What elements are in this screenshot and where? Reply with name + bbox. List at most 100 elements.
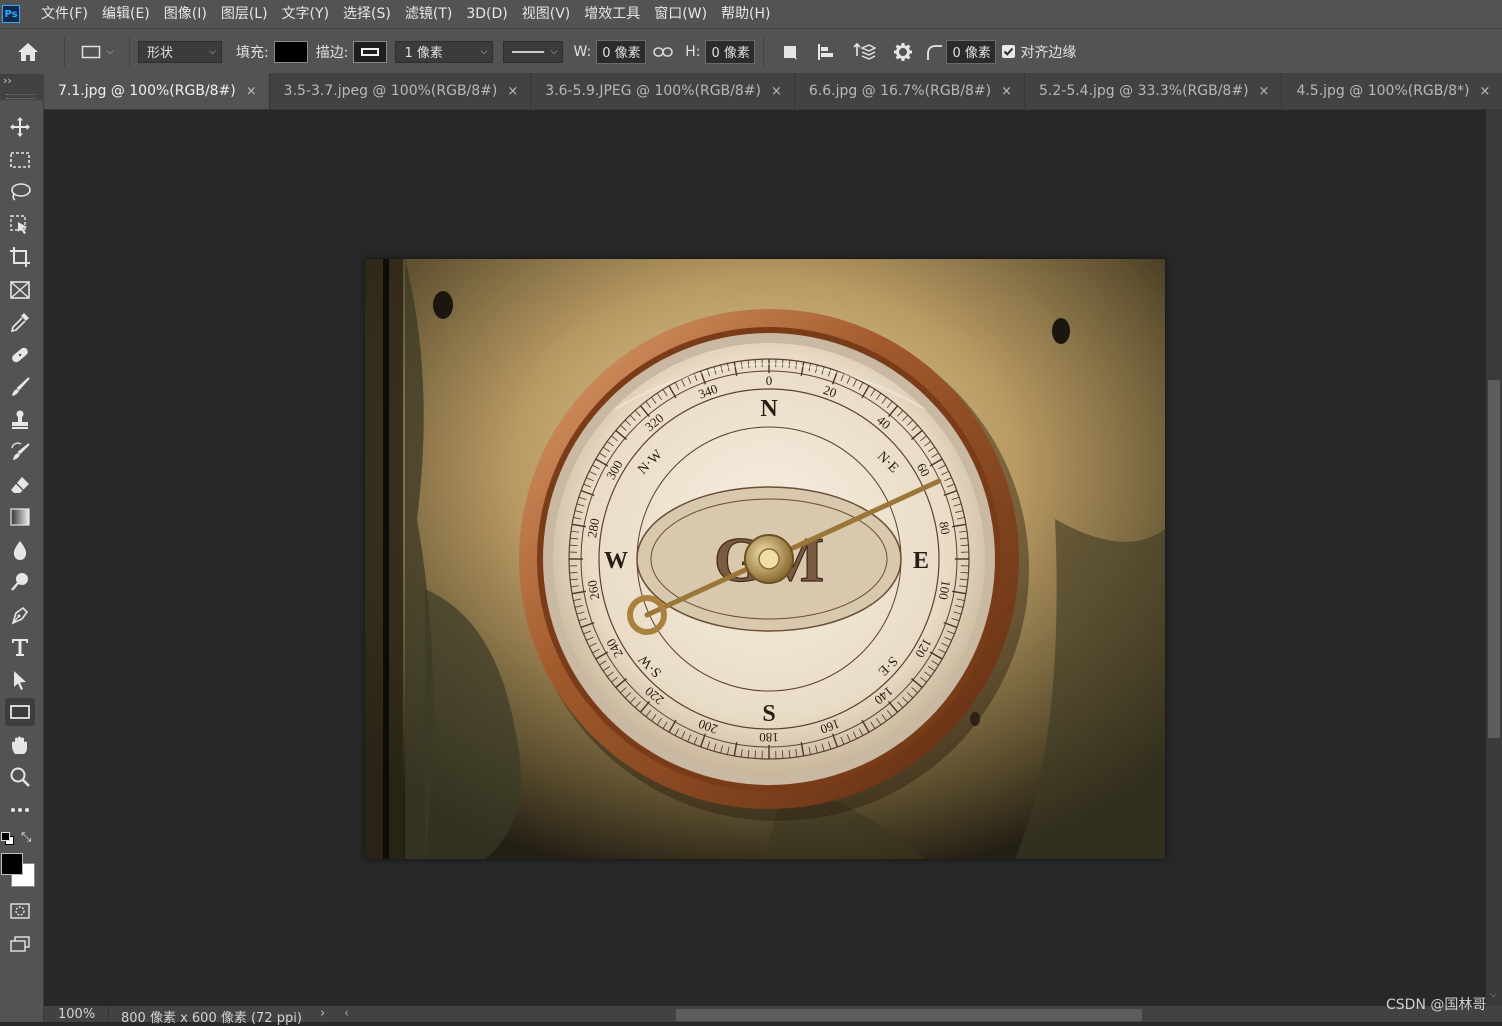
link-dimensions-button[interactable] (646, 37, 680, 67)
hand-tool[interactable] (5, 731, 35, 759)
marquee-tool-icon (9, 150, 31, 170)
align-edges-checkbox[interactable] (1002, 45, 1015, 58)
marquee-tool[interactable] (5, 146, 35, 174)
menu-file[interactable]: 文件(F) (34, 0, 95, 28)
expand-panel-icon[interactable]: ›› (3, 74, 12, 87)
compass-south-label: S (762, 701, 775, 727)
close-icon[interactable]: × (771, 84, 782, 99)
close-icon[interactable]: × (1001, 84, 1012, 99)
home-button[interactable] (0, 37, 56, 67)
brush-tool[interactable] (5, 373, 35, 401)
document-canvas[interactable]: GM N E S W N·E S·E S·W N·W 0204060801001… (365, 259, 1165, 859)
corner-radius-input[interactable]: 0 像素 (946, 40, 996, 64)
rectangle-tool[interactable] (5, 698, 35, 726)
checkmark-icon (1003, 46, 1014, 57)
vertical-scrollbar[interactable]: ⌵ (1486, 110, 1502, 1006)
object-select-tool[interactable] (5, 211, 35, 239)
eraser-tool-icon (9, 474, 31, 496)
link-icon (653, 46, 673, 58)
tab-doc-3[interactable]: 3.6-5.9.JPEG @ 100%(RGB/8#)× (531, 73, 795, 109)
dodge-tool-icon (9, 571, 31, 593)
menu-view[interactable]: 视图(V) (515, 0, 578, 28)
healing-brush-tool[interactable] (5, 341, 35, 369)
clone-stamp-tool[interactable] (5, 406, 35, 434)
blur-tool[interactable] (5, 536, 35, 564)
tool-mode-value: 形状 (147, 42, 173, 61)
gradient-tool[interactable] (5, 503, 35, 531)
type-tool[interactable] (5, 633, 35, 661)
foreground-color-swatch[interactable] (1, 853, 23, 875)
screen-mode-icon (9, 935, 31, 953)
stroke-swatch[interactable] (353, 41, 387, 63)
close-icon[interactable]: × (1259, 84, 1270, 99)
horizontal-scroll-thumb[interactable] (676, 1009, 1142, 1021)
tab-doc-1[interactable]: 7.1.jpg @ 100%(RGB/8#) × (44, 73, 270, 109)
screen-mode-button[interactable] (5, 930, 35, 958)
path-operations-button[interactable] (772, 37, 808, 67)
close-icon[interactable]: × (507, 84, 518, 99)
dodge-tool[interactable] (5, 568, 35, 596)
zoom-level[interactable]: 100% (58, 1007, 95, 1022)
tab-label: 7.1.jpg @ 100%(RGB/8#) (58, 83, 236, 99)
stroke-type-select[interactable]: ⌵ (503, 41, 563, 63)
lasso-tool-icon (9, 181, 31, 203)
menu-plugins[interactable]: 增效工具 (577, 0, 647, 28)
menu-type[interactable]: 文字(Y) (275, 0, 336, 28)
height-label: H: (685, 44, 700, 60)
solid-line-icon (512, 49, 544, 55)
divider (129, 37, 130, 67)
tab-doc-6[interactable]: 4.5.jpg @ 100%(RGB/8*)× (1282, 73, 1502, 109)
height-input[interactable]: 0 像素 (705, 40, 755, 64)
close-icon[interactable]: × (1479, 84, 1490, 99)
stroke-width-field[interactable]: 1 像素 ⌵ (395, 41, 493, 63)
document-tabs: 7.1.jpg @ 100%(RGB/8#) × 3.5-3.7.jpeg @ 1… (44, 74, 1502, 110)
tab-doc-4[interactable]: 6.6.jpg @ 16.7%(RGB/8#)× (795, 73, 1025, 109)
horizontal-scrollbar[interactable] (384, 1006, 1484, 1022)
move-tool[interactable] (5, 113, 35, 141)
crop-tool[interactable] (5, 243, 35, 271)
more-tools[interactable] (5, 796, 35, 824)
menu-image[interactable]: 图像(I) (157, 0, 214, 28)
zoom-tool-icon (9, 766, 31, 788)
geometry-settings-button[interactable] (884, 37, 922, 67)
width-input[interactable]: 0 像素 (596, 40, 646, 64)
fill-swatch[interactable] (274, 41, 308, 63)
chevron-down-icon: ⌵ (551, 47, 558, 57)
brush-tool-icon (9, 376, 31, 398)
eyedropper-tool[interactable] (5, 308, 35, 336)
scroll-down-icon[interactable]: ⌵ (1490, 990, 1497, 1000)
close-icon[interactable]: × (246, 84, 257, 99)
path-select-tool[interactable] (5, 666, 35, 694)
quick-mask-icon (9, 902, 31, 920)
status-menu-arrow-icon[interactable]: › (320, 1006, 325, 1021)
lasso-tool[interactable] (5, 178, 35, 206)
menu-edit[interactable]: 编辑(E) (95, 0, 157, 28)
chevron-down-icon: ⌵ (107, 47, 114, 57)
menu-3d[interactable]: 3D(D) (459, 0, 514, 28)
tab-doc-2[interactable]: 3.5-3.7.jpeg @ 100%(RGB/8#)× (270, 73, 532, 109)
tab-doc-5[interactable]: 5.2-5.4.jpg @ 33.3%(RGB/8#)× (1025, 73, 1282, 109)
menu-help[interactable]: 帮助(H) (714, 0, 777, 28)
pen-tool[interactable] (5, 601, 35, 629)
menu-window[interactable]: 窗口(W) (647, 0, 714, 28)
path-arrangement-button[interactable] (844, 37, 884, 67)
menu-select[interactable]: 选择(S) (336, 0, 398, 28)
vertical-scroll-thumb[interactable] (1488, 380, 1500, 738)
swap-colors-icon[interactable]: ⤡ (21, 830, 31, 845)
zoom-tool[interactable] (5, 763, 35, 791)
path-alignment-button[interactable] (808, 37, 844, 67)
quick-mask-button[interactable] (5, 897, 35, 925)
menu-filter[interactable]: 滤镜(T) (398, 0, 459, 28)
menu-bar: Ps 文件(F) 编辑(E) 图像(I) 图层(L) 文字(Y) 选择(S) 滤… (0, 0, 1502, 28)
path-arrangement-icon (852, 42, 876, 62)
grip-icon[interactable] (6, 94, 36, 99)
width-label: W: (573, 44, 591, 60)
default-colors-icon[interactable] (1, 832, 13, 844)
eraser-tool[interactable] (5, 471, 35, 499)
scroll-left-icon[interactable]: ‹ (344, 1006, 349, 1021)
history-brush-tool[interactable] (5, 438, 35, 466)
tool-mode-select[interactable]: 形状 ⌵ (138, 41, 222, 63)
tool-preset-picker[interactable]: ⌵ (73, 37, 121, 67)
frame-tool[interactable] (5, 276, 35, 304)
menu-layer[interactable]: 图层(L) (214, 0, 275, 28)
